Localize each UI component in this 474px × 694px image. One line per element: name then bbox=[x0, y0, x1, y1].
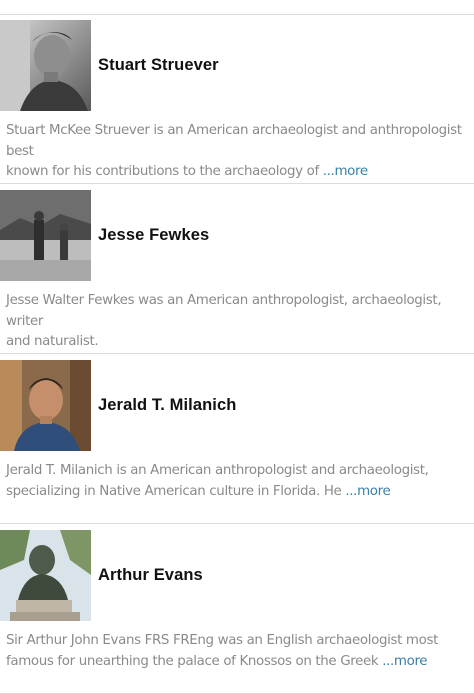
description-line: Stuart McKee Struever is an American arc… bbox=[6, 123, 462, 159]
person-name[interactable]: Jesse Fewkes bbox=[98, 226, 209, 245]
person-photo[interactable] bbox=[0, 190, 91, 281]
list-item-jesse-fewkes[interactable]: Jesse Fewkes Jesse Walter Fewkes was an … bbox=[0, 184, 474, 354]
person-description: Sir Arthur John Evans FRS FREng was an E… bbox=[6, 631, 470, 672]
more-link[interactable]: ...more bbox=[345, 484, 390, 499]
list-item-stuart-struever[interactable]: Stuart Struever Stuart McKee Struever is… bbox=[0, 14, 474, 184]
person-name[interactable]: Stuart Struever bbox=[98, 56, 219, 75]
more-link[interactable]: ...more bbox=[323, 164, 368, 179]
description-line: and naturalist. bbox=[6, 334, 99, 349]
person-name[interactable]: Arthur Evans bbox=[98, 566, 203, 585]
more-link[interactable]: ...more bbox=[382, 654, 427, 669]
person-description: Jesse Walter Fewkes was an American anth… bbox=[6, 291, 470, 353]
description-line: Jesse Walter Fewkes was an American anth… bbox=[6, 293, 442, 329]
person-photo[interactable] bbox=[0, 20, 91, 111]
person-photo[interactable] bbox=[0, 530, 91, 621]
description-line: Sir Arthur John Evans FRS FREng was an E… bbox=[6, 633, 438, 648]
person-name[interactable]: Jerald T. Milanich bbox=[98, 396, 236, 415]
description-line: known for his contributions to the archa… bbox=[6, 164, 323, 179]
description-line: famous for unearthing the palace of Knos… bbox=[6, 653, 383, 669]
person-description: Jerald T. Milanich is an American anthro… bbox=[6, 461, 470, 502]
description-line: specializing in Native American culture … bbox=[6, 483, 346, 499]
person-photo[interactable] bbox=[0, 360, 91, 451]
list-item-jerald-milanich[interactable]: Jerald T. Milanich Jerald T. Milanich is… bbox=[0, 354, 474, 524]
list-item-arthur-evans[interactable]: Arthur Evans Sir Arthur John Evans FRS F… bbox=[0, 524, 474, 694]
description-line: Jerald T. Milanich is an American anthro… bbox=[6, 463, 429, 478]
person-description: Stuart McKee Struever is an American arc… bbox=[6, 121, 470, 183]
